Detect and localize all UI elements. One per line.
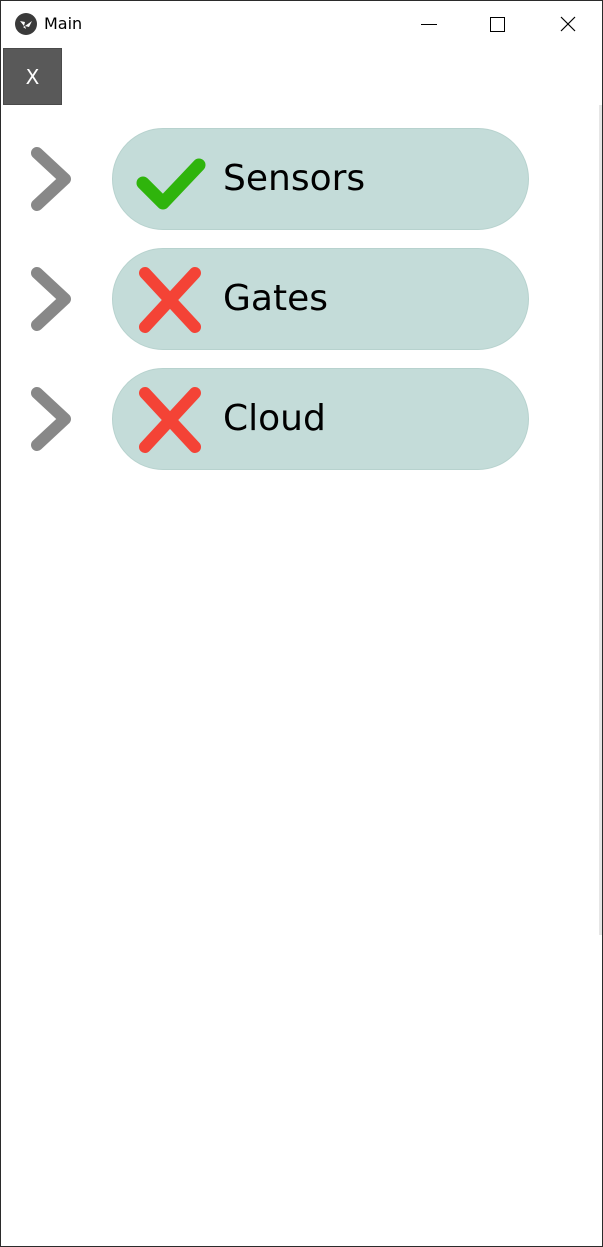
checkmark-icon bbox=[136, 158, 206, 210]
close-icon bbox=[560, 16, 576, 32]
minimize-icon bbox=[421, 24, 437, 25]
list-item-sensors: Sensors bbox=[1, 128, 561, 230]
pill-label: Sensors bbox=[223, 158, 366, 199]
window-title: Main bbox=[44, 14, 83, 33]
app-window: Main X Sensors Gates Cloud bbox=[0, 0, 603, 1247]
cross-icon bbox=[139, 387, 201, 453]
status-pill-cloud[interactable]: Cloud bbox=[112, 368, 529, 470]
scrollbar[interactable] bbox=[599, 105, 602, 935]
close-window-button[interactable] bbox=[544, 1, 590, 47]
pill-label: Gates bbox=[223, 278, 328, 319]
close-x-button[interactable]: X bbox=[3, 48, 62, 105]
minimize-button[interactable] bbox=[405, 1, 451, 47]
maximize-icon bbox=[490, 17, 505, 32]
maximize-button[interactable] bbox=[474, 1, 520, 47]
list-item-gates: Gates bbox=[1, 248, 561, 350]
status-pill-gates[interactable]: Gates bbox=[112, 248, 529, 350]
chevron-right-icon[interactable] bbox=[29, 387, 73, 451]
status-pill-sensors[interactable]: Sensors bbox=[112, 128, 529, 230]
pill-label: Cloud bbox=[223, 398, 326, 439]
title-bar[interactable]: Main bbox=[1, 1, 602, 47]
chevron-right-icon[interactable] bbox=[29, 147, 73, 211]
list-item-cloud: Cloud bbox=[1, 368, 561, 470]
kivy-logo-icon bbox=[15, 13, 37, 35]
cross-icon bbox=[139, 267, 201, 333]
chevron-right-icon[interactable] bbox=[29, 267, 73, 331]
